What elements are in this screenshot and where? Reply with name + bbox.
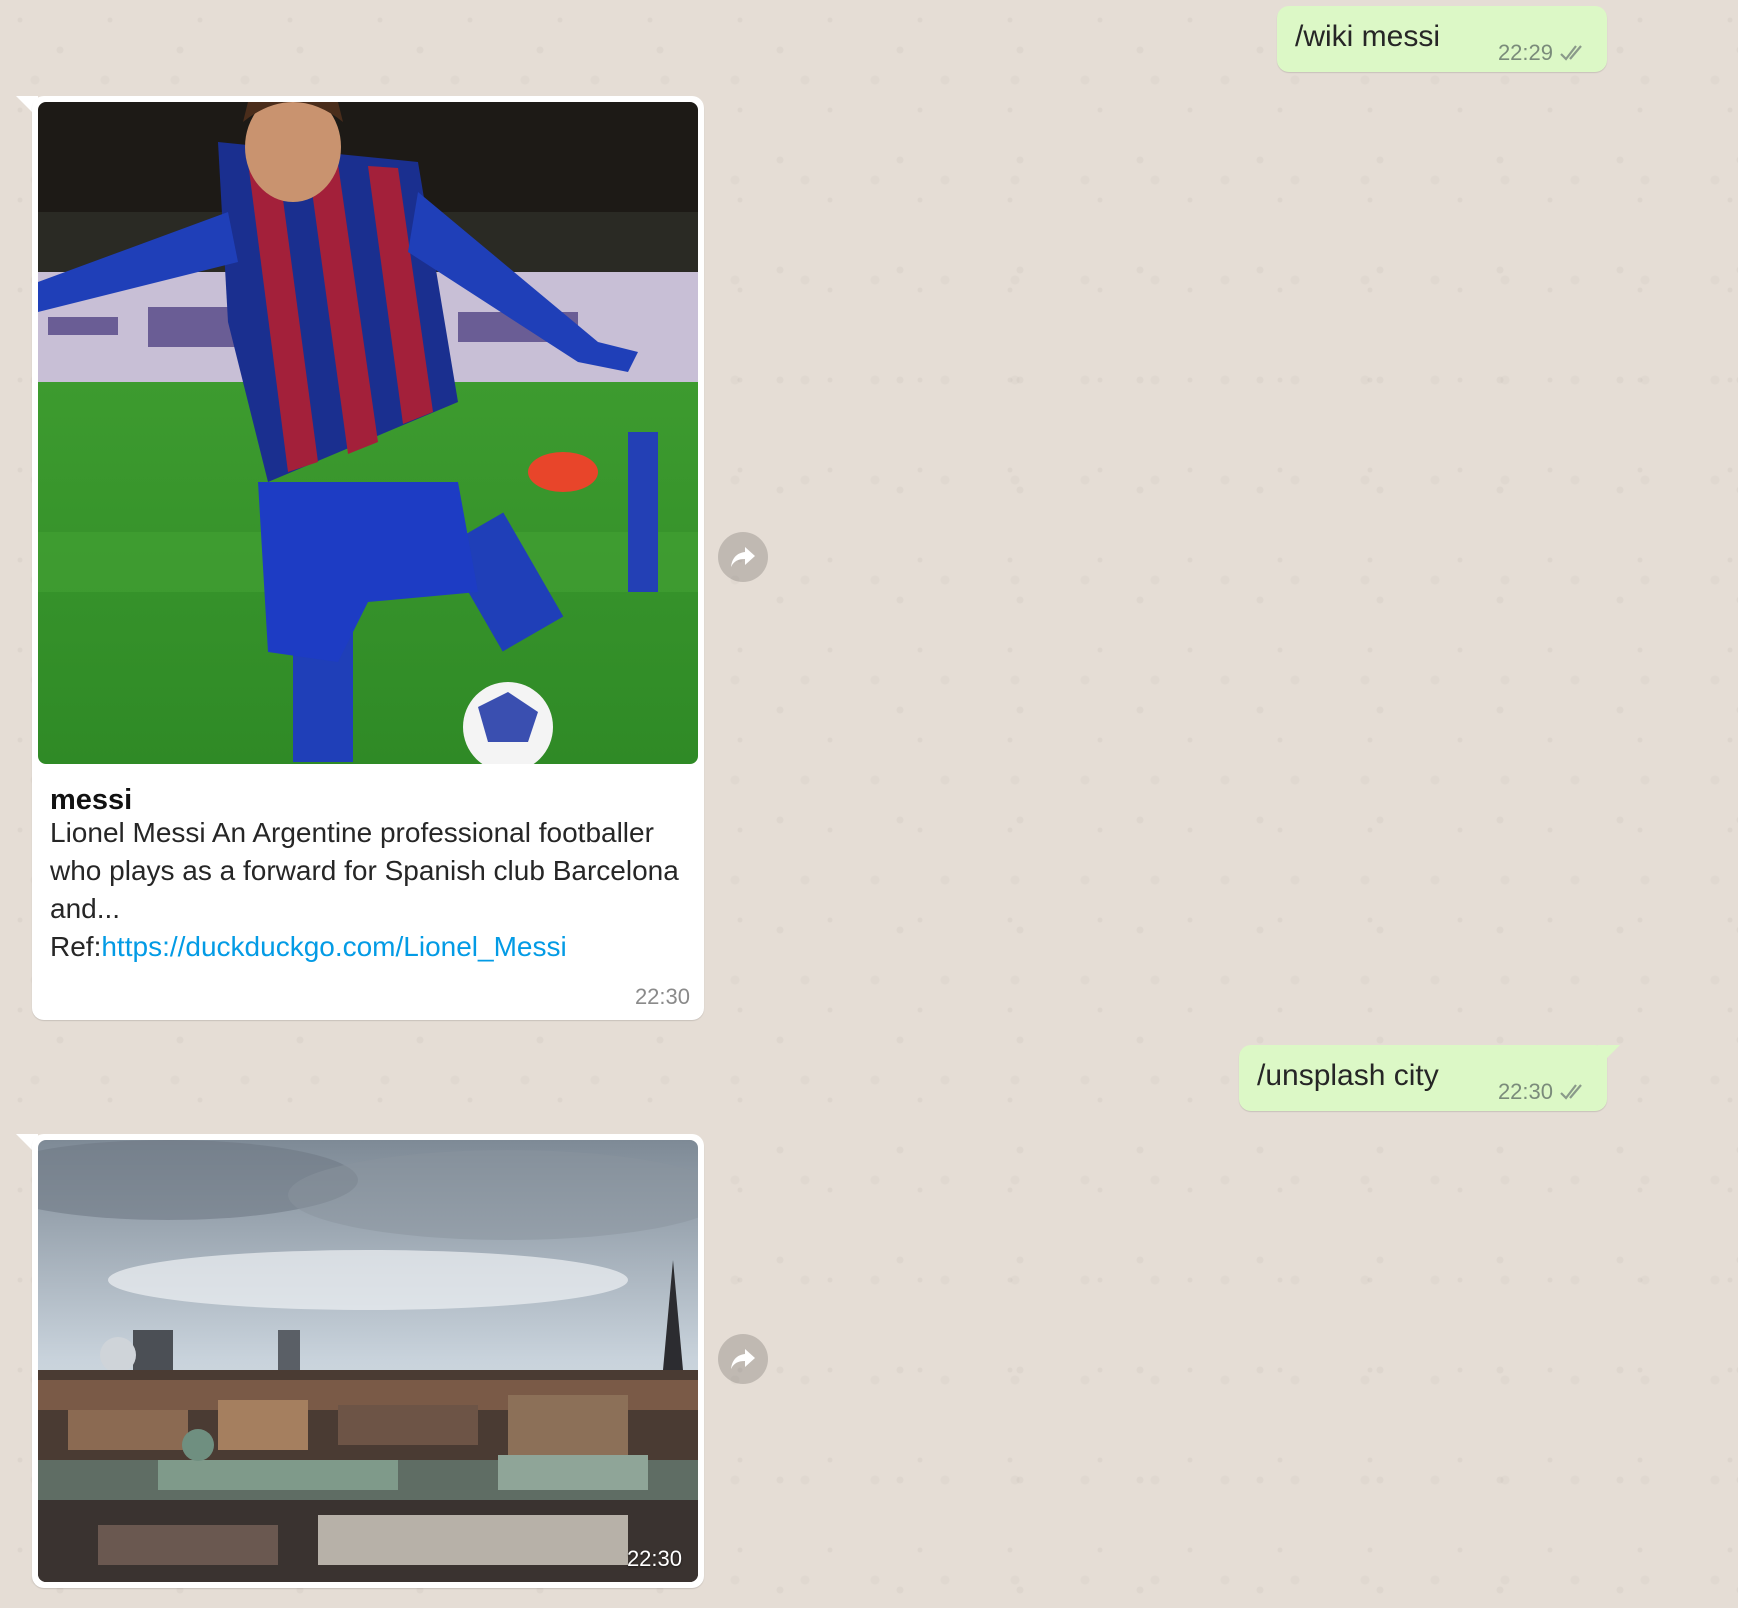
wiki-summary-text: Lionel Messi An Argentine professional f…: [50, 817, 679, 924]
wiki-summary: Lionel Messi An Argentine professional f…: [50, 814, 690, 966]
message-text: /wiki messi: [1295, 20, 1441, 53]
city-photo[interactable]: 22:30: [38, 1140, 698, 1582]
wiki-title: messi: [50, 784, 133, 816]
outgoing-message[interactable]: /wiki messi 22:29: [1277, 6, 1607, 72]
wiki-link[interactable]: https://duckduckgo.com/Lionel_Messi: [101, 931, 566, 962]
forward-button[interactable]: [718, 532, 768, 582]
double-check-icon: [1560, 45, 1582, 61]
message-time: 22:30: [1497, 1079, 1553, 1104]
forward-arrow-icon: [731, 547, 755, 567]
ref-label: Ref:: [50, 931, 102, 962]
message-meta: 22:30: [1498, 1079, 1591, 1105]
bubble-tail: [1598, 1045, 1620, 1067]
message-text: /unsplash city: [1257, 1059, 1439, 1092]
message-time: 22:30: [634, 984, 690, 1009]
city-skyline-image: [38, 1140, 698, 1582]
double-check-icon: [1560, 1084, 1582, 1100]
incoming-message-wiki[interactable]: messi Lionel Messi An Argentine professi…: [32, 96, 704, 1020]
message-time: 22:29: [1497, 40, 1553, 65]
forward-button[interactable]: [718, 1334, 768, 1384]
football-player-image: [38, 102, 698, 764]
message-meta: 22:29: [1498, 40, 1591, 66]
message-time: 22:30: [626, 1546, 682, 1571]
forward-arrow-icon: [731, 1349, 755, 1369]
outgoing-message[interactable]: /unsplash city 22:30: [1239, 1045, 1607, 1111]
messi-photo[interactable]: [38, 102, 698, 764]
incoming-message-photo[interactable]: 22:30: [32, 1134, 704, 1588]
